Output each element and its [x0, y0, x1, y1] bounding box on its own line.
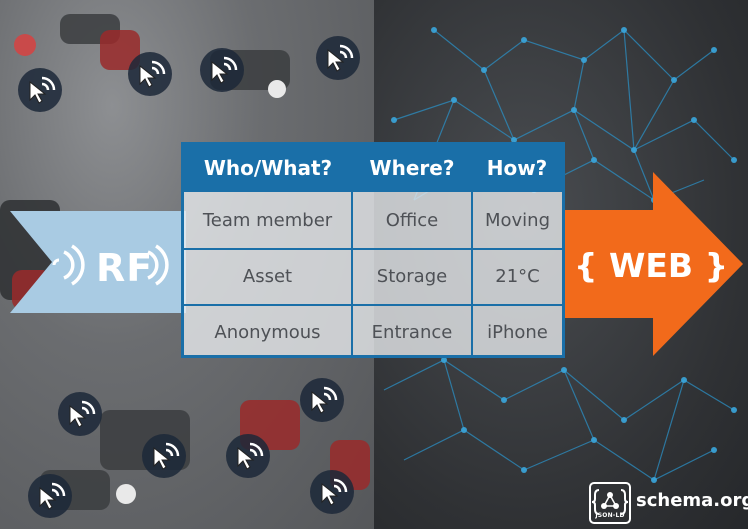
wifi-cursor-icon	[316, 36, 360, 80]
table-cell: Storage	[376, 266, 448, 287]
wifi-cursor-icon	[142, 434, 186, 478]
data-table: Who/What? Where? How? Team member Office…	[181, 142, 565, 358]
wifi-cursor-icon	[310, 470, 354, 514]
round-stool	[14, 34, 36, 56]
wifi-cursor-icon	[226, 434, 270, 478]
web-label: { WEB }	[574, 246, 729, 285]
wifi-cursor-icon	[128, 52, 172, 96]
table-cell: 21°C	[495, 266, 540, 287]
table-cell: Anonymous	[214, 322, 321, 343]
wifi-cursor-icon	[200, 48, 244, 92]
table-cell: Moving	[484, 210, 551, 231]
header-where: Where?	[369, 156, 455, 180]
rf-signal-icon	[52, 244, 85, 286]
round-table	[116, 484, 136, 504]
wifi-cursor-icon	[58, 392, 102, 436]
table-cell: iPhone	[487, 322, 548, 343]
table-cell: Asset	[242, 266, 293, 287]
header-who-what: Who/What?	[203, 156, 333, 180]
header-how: How?	[486, 156, 548, 180]
schema-org-label: schema.org	[636, 490, 748, 511]
round-table	[268, 80, 286, 98]
rf-signal-icon	[147, 244, 169, 286]
wifi-cursor-icon	[28, 474, 72, 518]
table-cell: Entrance	[371, 322, 453, 343]
wifi-cursor-icon	[300, 378, 344, 422]
table-cell: Office	[385, 210, 439, 231]
json-ld-label: JSON-LD	[595, 512, 625, 519]
wifi-cursor-icon	[18, 68, 62, 112]
table-header: Who/What? Where? How?	[184, 145, 562, 192]
table-cell: Team member	[202, 210, 333, 231]
